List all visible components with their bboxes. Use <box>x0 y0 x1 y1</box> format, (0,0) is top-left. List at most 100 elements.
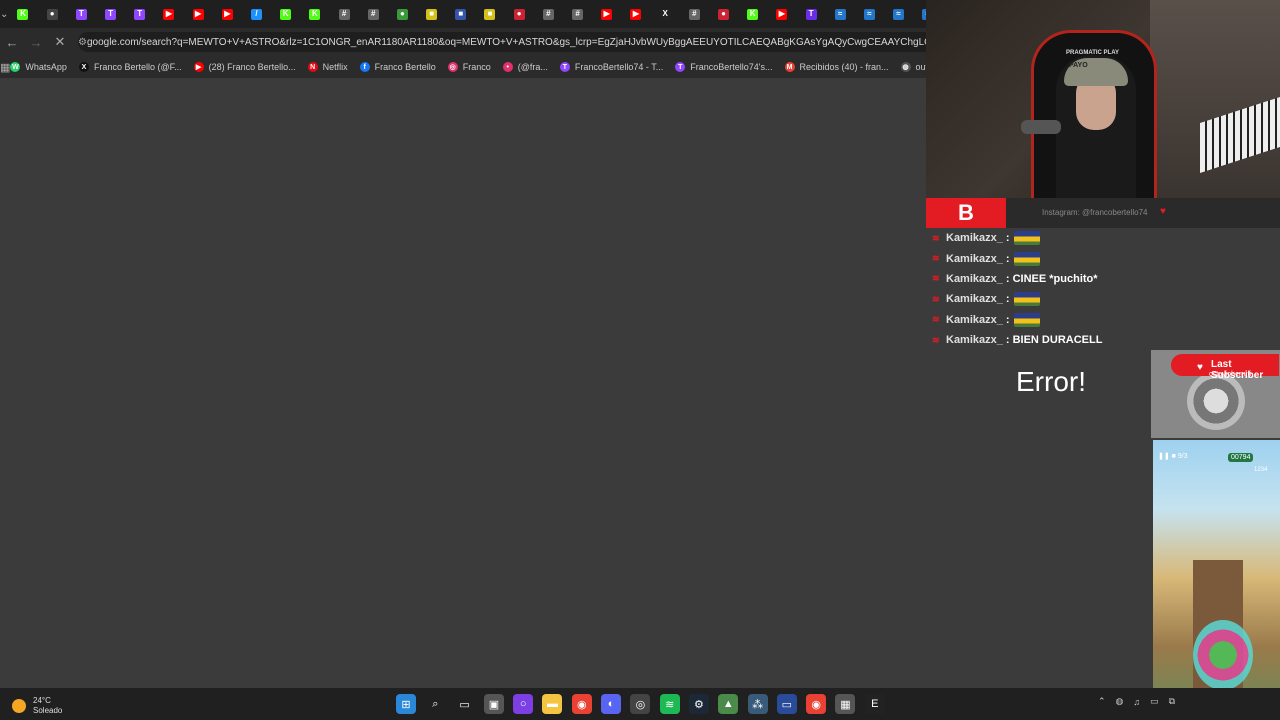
bookmark-item[interactable]: X Franco Bertello (@F... <box>78 62 182 72</box>
kick-icon: K <box>747 8 759 20</box>
people-icon[interactable]: ⁂ <box>747 694 768 714</box>
browser-tab[interactable]: # <box>680 0 709 28</box>
search-icon[interactable]: ⌕ <box>425 694 445 714</box>
browser-tab[interactable]: K <box>271 0 300 28</box>
chrome-icon[interactable]: ◉ <box>571 694 592 714</box>
network-icon[interactable]: ◍ <box>1116 696 1124 707</box>
bookmark-item[interactable]: ▶ (28) Franco Bertello... <box>193 62 296 72</box>
emote-icon <box>1013 292 1040 307</box>
chrome-icon[interactable]: ◉ <box>806 694 827 714</box>
browser-tab[interactable]: ● <box>505 0 534 28</box>
browser-tab[interactable]: ▶ <box>767 0 796 28</box>
bookmark-item[interactable]: T FrancoBertello74's... <box>675 62 773 72</box>
chat-header: B Instagram: @francobertello74 ♥ <box>926 198 1280 228</box>
url-text: google.com/search?q=MEWTO+V+ASTRO&rlz=1C… <box>86 36 926 48</box>
browser-tab[interactable]: # <box>563 0 592 28</box>
drive-icon[interactable]: ▲ <box>718 694 739 714</box>
browser-tab[interactable]: K <box>300 0 329 28</box>
circle-app-icon[interactable]: ○ <box>513 694 534 714</box>
game-capture <box>1153 440 1280 716</box>
browser-tab[interactable]: T <box>796 0 825 28</box>
bookmark-item[interactable]: M Recibidos (40) - fran... <box>784 62 889 72</box>
cap-text: PAYO <box>1069 62 1088 69</box>
browser-tab[interactable]: # <box>359 0 388 28</box>
mic-icon[interactable]: ♫ <box>1133 697 1140 707</box>
yellow-square-icon: ■ <box>484 8 496 20</box>
back-button[interactable]: ← <box>0 28 24 56</box>
instagram-icon: ◎ <box>447 62 458 72</box>
heart-icon: ♥ <box>1197 362 1203 373</box>
weather-widget[interactable]: 24°C Soleado <box>12 696 62 716</box>
windows-start-icon[interactable]: ⊞ <box>396 694 416 714</box>
tab-strip: ⌄ K●TTT▶▶▶/KK##●■■■●##▶▶X#●K▶T≈≈≈≈ <box>0 0 934 28</box>
bookmark-label: Netflix <box>322 62 348 72</box>
bookmark-item[interactable]: • (@fra... <box>502 62 548 72</box>
discord-icon[interactable]: ◐ <box>601 694 622 714</box>
badge-icon: ≋ <box>932 334 940 345</box>
browser-tab[interactable]: ▶ <box>154 0 183 28</box>
bookmark-item[interactable]: W WhatsApp <box>10 62 67 72</box>
bookmark-item[interactable]: ◍ outlook <box>900 62 926 72</box>
chat-username: Kamikazx_ <box>946 232 1003 245</box>
bookmark-item[interactable]: ◎ Franco <box>447 62 491 72</box>
browser-tab[interactable]: / <box>242 0 271 28</box>
chat-message: ≋ Kamikazx_: <box>932 248 1280 268</box>
address-bar[interactable]: ⚙ google.com/search?q=MEWTO+V+ASTRO&rlz=… <box>78 32 926 52</box>
browser-tab[interactable]: ≈ <box>855 0 884 28</box>
window-icon[interactable]: ⧉ <box>1169 696 1175 707</box>
bookmark-item[interactable]: T FrancoBertello74 - T... <box>559 62 664 72</box>
browser-tab[interactable]: ▶ <box>592 0 621 28</box>
steam-icon[interactable]: ⚙ <box>688 694 709 714</box>
badge-icon: ≋ <box>932 253 940 264</box>
browser-tab[interactable]: T <box>125 0 154 28</box>
bookmark-list: W WhatsApp X Franco Bertello (@F... ▶ (28) Fr… <box>10 62 926 72</box>
store-icon[interactable]: ▣ <box>483 694 504 714</box>
monitor-icon[interactable]: ▭ <box>776 694 797 714</box>
youtube-icon: ▶ <box>776 8 788 20</box>
site-settings-icon[interactable]: ⚙ <box>78 37 87 48</box>
browser-tab[interactable]: ▶ <box>213 0 242 28</box>
chevron-up-icon[interactable]: ⌃ <box>1098 696 1106 707</box>
tab-search-chevron-icon[interactable]: ⌄ <box>0 0 8 28</box>
browser-tab[interactable]: ● <box>388 0 417 28</box>
obs-icon[interactable]: ◎ <box>630 694 651 714</box>
browser-tab[interactable]: ● <box>38 0 67 28</box>
youtube-icon: ▶ <box>193 62 204 72</box>
browser-tab[interactable]: X <box>651 0 680 28</box>
bookmark-item[interactable]: N Netflix <box>307 62 348 72</box>
browser-tab[interactable]: ■ <box>417 0 446 28</box>
bookmark-label: FrancoBertello74 - T... <box>574 62 664 72</box>
grid-icon: # <box>338 8 350 20</box>
display-icon[interactable]: ▭ <box>1150 696 1159 707</box>
bookmark-item[interactable]: f Franco Bertello <box>359 62 436 72</box>
browser-tab[interactable]: ▶ <box>621 0 650 28</box>
chat-list: ≋ Kamikazx_: ≋ Kamikazx_: ≋ Kamikazx_: CINEE … <box>932 228 1280 350</box>
browser-tab[interactable]: # <box>534 0 563 28</box>
epic-icon[interactable]: E <box>864 694 885 714</box>
browser-tab[interactable]: ● <box>709 0 738 28</box>
browser-tab[interactable]: ■ <box>446 0 475 28</box>
emote-icon <box>1013 231 1040 246</box>
browser-tab[interactable]: T <box>96 0 125 28</box>
browser-tab[interactable]: ■ <box>475 0 504 28</box>
browser-tab[interactable]: # <box>329 0 358 28</box>
spotify-icon[interactable]: ≋ <box>659 694 680 714</box>
browser-tab[interactable]: ≈ <box>826 0 855 28</box>
chat-text: : <box>1005 232 1010 245</box>
bookmark-label: Recibidos (40) - fran... <box>799 62 889 72</box>
browser-tab[interactable]: K <box>738 0 767 28</box>
globe-icon: ◍ <box>900 62 911 72</box>
browser-tab[interactable]: ▶ <box>184 0 213 28</box>
task-view-icon[interactable]: ▭ <box>455 694 475 714</box>
forward-button[interactable]: → <box>24 28 48 56</box>
browser-tab[interactable]: T <box>67 0 96 28</box>
browser-tab[interactable]: ≈ <box>884 0 913 28</box>
bookmark-label: Franco Bertello <box>374 62 436 72</box>
apps-grid-icon[interactable]: ▦ <box>0 61 10 74</box>
channel-logo: B <box>926 198 1006 228</box>
stop-loading-button[interactable]: ✕ <box>48 28 72 56</box>
browser-tab[interactable]: K <box>8 0 37 28</box>
calculator-icon[interactable]: ▦ <box>835 694 856 714</box>
twitch-icon: T <box>105 8 117 20</box>
file-explorer-icon[interactable]: ▬ <box>542 694 563 714</box>
